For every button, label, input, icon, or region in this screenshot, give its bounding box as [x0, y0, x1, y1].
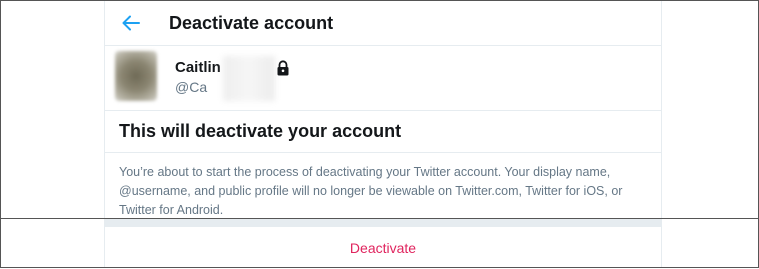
window-divider-line: [0, 218, 759, 219]
back-button[interactable]: [121, 13, 141, 33]
username-handle: @Ca: [175, 79, 208, 95]
settings-column: Deactivate account Caitlin @Ca This will…: [104, 1, 662, 267]
warning-title: This will deactivate your account: [119, 121, 402, 141]
arrow-left-icon: [122, 15, 140, 31]
section-separator: [105, 219, 661, 227]
account-profile: Caitlin @Ca: [105, 46, 661, 106]
page-title: Deactivate account: [169, 12, 334, 33]
divider: [105, 152, 661, 153]
deactivate-button[interactable]: Deactivate: [105, 227, 661, 269]
lock-icon: [277, 60, 289, 76]
avatar: [115, 51, 157, 101]
warning-description: You’re about to start the process of dea…: [119, 165, 623, 217]
divider: [105, 110, 661, 111]
display-name: Caitlin: [175, 59, 221, 76]
redaction-blur: [223, 56, 275, 101]
page-header: Deactivate account: [105, 1, 661, 46]
